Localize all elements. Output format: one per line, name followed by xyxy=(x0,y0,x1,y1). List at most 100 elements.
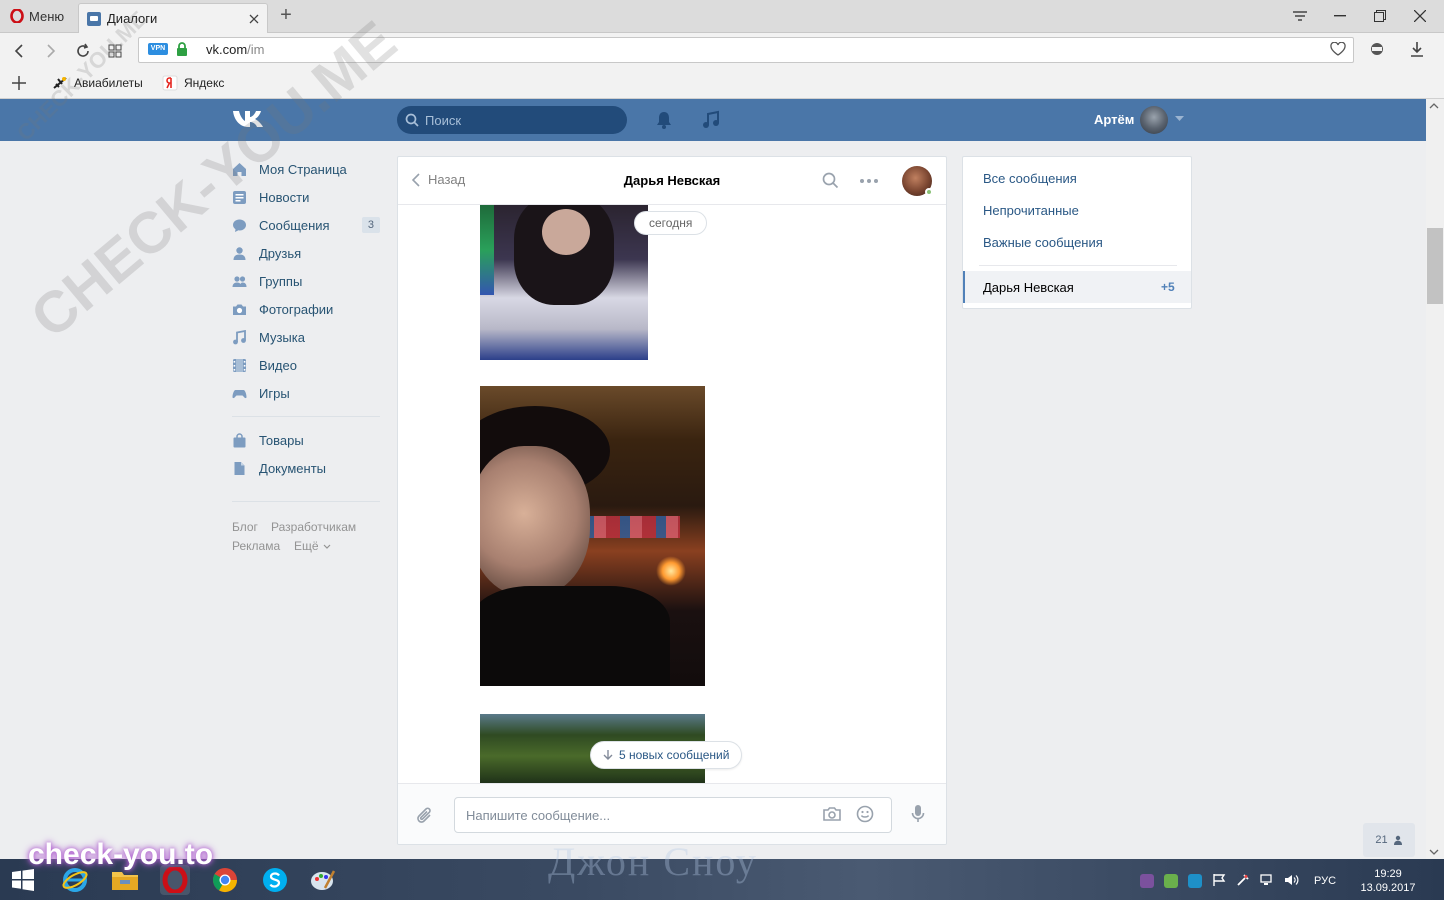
filter-unread[interactable]: Непрочитанные xyxy=(983,203,1079,218)
reload-icon[interactable] xyxy=(72,40,94,62)
url-field[interactable] xyxy=(138,37,1354,63)
lock-icon[interactable] xyxy=(176,42,188,56)
back-button[interactable]: Назад xyxy=(412,172,465,187)
add-bookmark-icon[interactable] xyxy=(12,76,26,90)
opera-menu-button[interactable]: Меню xyxy=(4,4,70,28)
sidebar-item-messages[interactable]: Сообщения 3 xyxy=(232,211,382,239)
url-text[interactable]: vk.com/im xyxy=(206,42,265,57)
watermark: check-you.to xyxy=(28,838,214,871)
chrome-icon[interactable] xyxy=(210,865,240,895)
scroll-up-arrow-icon[interactable] xyxy=(1429,103,1439,109)
footer-link-more[interactable]: Ещё xyxy=(294,539,331,553)
paint-icon[interactable] xyxy=(308,865,338,895)
volume-tray-icon[interactable] xyxy=(1284,873,1300,887)
sidebar-item-label: Моя Страница xyxy=(259,161,347,177)
camera-icon[interactable] xyxy=(823,806,841,822)
paperclip-icon[interactable] xyxy=(416,806,434,826)
sidebar-item-games[interactable]: Игры xyxy=(232,379,382,407)
e-tray-icon[interactable] xyxy=(1188,874,1202,888)
friends-icon xyxy=(232,246,247,261)
dialogs-filter-panel: Все сообщения Непрочитанные Важные сообщ… xyxy=(962,156,1192,309)
sidebar-item-photos[interactable]: Фотографии xyxy=(232,295,382,323)
scrollbar-thumb[interactable] xyxy=(1427,228,1443,304)
search-icon xyxy=(405,113,419,127)
viber-tray-icon[interactable] xyxy=(1140,874,1154,888)
sidebar-item-label: Сообщения xyxy=(259,217,330,233)
skype-icon[interactable] xyxy=(260,865,290,895)
more-options-icon[interactable] xyxy=(860,179,878,183)
footer-link-blog[interactable]: Блог xyxy=(232,520,258,534)
news-icon xyxy=(232,190,247,205)
active-dialog-item[interactable]: Дарья Невская +5 xyxy=(963,271,1191,303)
notifications-bell-icon[interactable] xyxy=(655,110,673,130)
microphone-icon[interactable] xyxy=(911,804,925,824)
active-dialog-count: +5 xyxy=(1161,280,1175,294)
sidebar-item-label: Группы xyxy=(259,273,303,289)
back-arrow-icon[interactable] xyxy=(8,40,30,62)
scroll-down-arrow-icon[interactable] xyxy=(1429,849,1439,855)
vpn-badge[interactable]: VPN xyxy=(148,43,168,55)
heart-icon[interactable] xyxy=(1330,42,1346,56)
sidebar-item-friends[interactable]: Друзья xyxy=(232,239,382,267)
tools-tray-icon[interactable] xyxy=(1236,873,1250,887)
footer-link-ads[interactable]: Реклама xyxy=(232,539,280,553)
online-friends-counter[interactable]: 21 xyxy=(1363,823,1415,857)
new-messages-button[interactable]: 5 новых сообщений xyxy=(590,741,743,769)
page-scrollbar[interactable] xyxy=(1426,99,1444,859)
footer-link-developers[interactable]: Разработчикам xyxy=(271,520,356,534)
tab-menu-icon[interactable] xyxy=(1286,4,1314,28)
panel-divider xyxy=(979,265,1177,266)
music-player-icon[interactable] xyxy=(702,110,720,130)
sidebar-item-documents[interactable]: Документы xyxy=(232,454,382,482)
message-photo[interactable] xyxy=(480,205,648,360)
filter-all-messages[interactable]: Все сообщения xyxy=(983,171,1077,186)
user-avatar[interactable] xyxy=(1140,106,1168,134)
speed-dial-icon[interactable] xyxy=(104,40,126,62)
taskbar-clock[interactable]: 19:29 13.09.2017 xyxy=(1358,867,1418,895)
chevron-left-icon xyxy=(412,172,420,187)
forward-arrow-icon[interactable] xyxy=(40,40,62,62)
message-photo[interactable] xyxy=(480,386,705,686)
input-language[interactable]: РУС xyxy=(1314,875,1336,887)
bookmark-label: Яндекс xyxy=(184,76,225,90)
filter-important[interactable]: Важные сообщения xyxy=(983,235,1103,250)
sidebar-item-news[interactable]: Новости xyxy=(232,183,382,211)
date-separator: сегодня xyxy=(634,211,708,235)
sidebar-item-label: Друзья xyxy=(259,245,302,261)
sidebar-divider xyxy=(232,501,380,502)
vk-search-box[interactable] xyxy=(397,106,627,134)
minimize-icon[interactable] xyxy=(1326,4,1354,28)
evernote-tray-icon[interactable] xyxy=(1164,874,1178,888)
search-input[interactable] xyxy=(425,112,615,128)
tab-close-icon[interactable] xyxy=(249,14,259,24)
user-name[interactable]: Артём xyxy=(1094,112,1134,127)
vk-logo-icon[interactable] xyxy=(232,108,266,130)
download-icon[interactable] xyxy=(1410,41,1424,57)
sidebar-item-goods[interactable]: Товары xyxy=(232,426,382,454)
emoji-icon[interactable] xyxy=(856,805,874,823)
restore-icon[interactable] xyxy=(1366,4,1394,28)
sidebar-item-groups[interactable]: Группы xyxy=(232,267,382,295)
camera-icon xyxy=(232,302,247,317)
new-tab-button[interactable]: + xyxy=(276,5,296,26)
sidebar-item-music[interactable]: Музыка xyxy=(232,323,382,351)
vpn-extension-icon[interactable] xyxy=(1368,42,1386,56)
close-window-icon[interactable] xyxy=(1406,4,1434,28)
message-composer xyxy=(398,783,946,844)
chevron-down-icon xyxy=(323,544,331,549)
sidebar-item-my-page[interactable]: Моя Страница xyxy=(232,155,382,183)
tab-dialogs[interactable]: Диалоги xyxy=(78,3,268,33)
bookmark-aviabilety[interactable]: Авиабилеты xyxy=(52,75,143,91)
opera-logo-icon xyxy=(10,9,24,23)
chat-search-icon[interactable] xyxy=(822,172,839,189)
chevron-down-icon[interactable] xyxy=(1175,116,1184,122)
groups-icon xyxy=(232,274,247,289)
arrow-down-icon xyxy=(603,749,613,761)
sidebar-item-video[interactable]: Видео xyxy=(232,351,382,379)
messages-icon xyxy=(232,218,247,233)
bookmark-yandex[interactable]: Яндекс xyxy=(162,75,224,91)
sidebar-item-label: Товары xyxy=(259,432,304,448)
network-tray-icon[interactable] xyxy=(1260,873,1274,887)
flag-tray-icon[interactable] xyxy=(1212,873,1226,887)
chat-panel: Дарья Невская Назад сегодня 5 новых сооб… xyxy=(397,156,947,845)
